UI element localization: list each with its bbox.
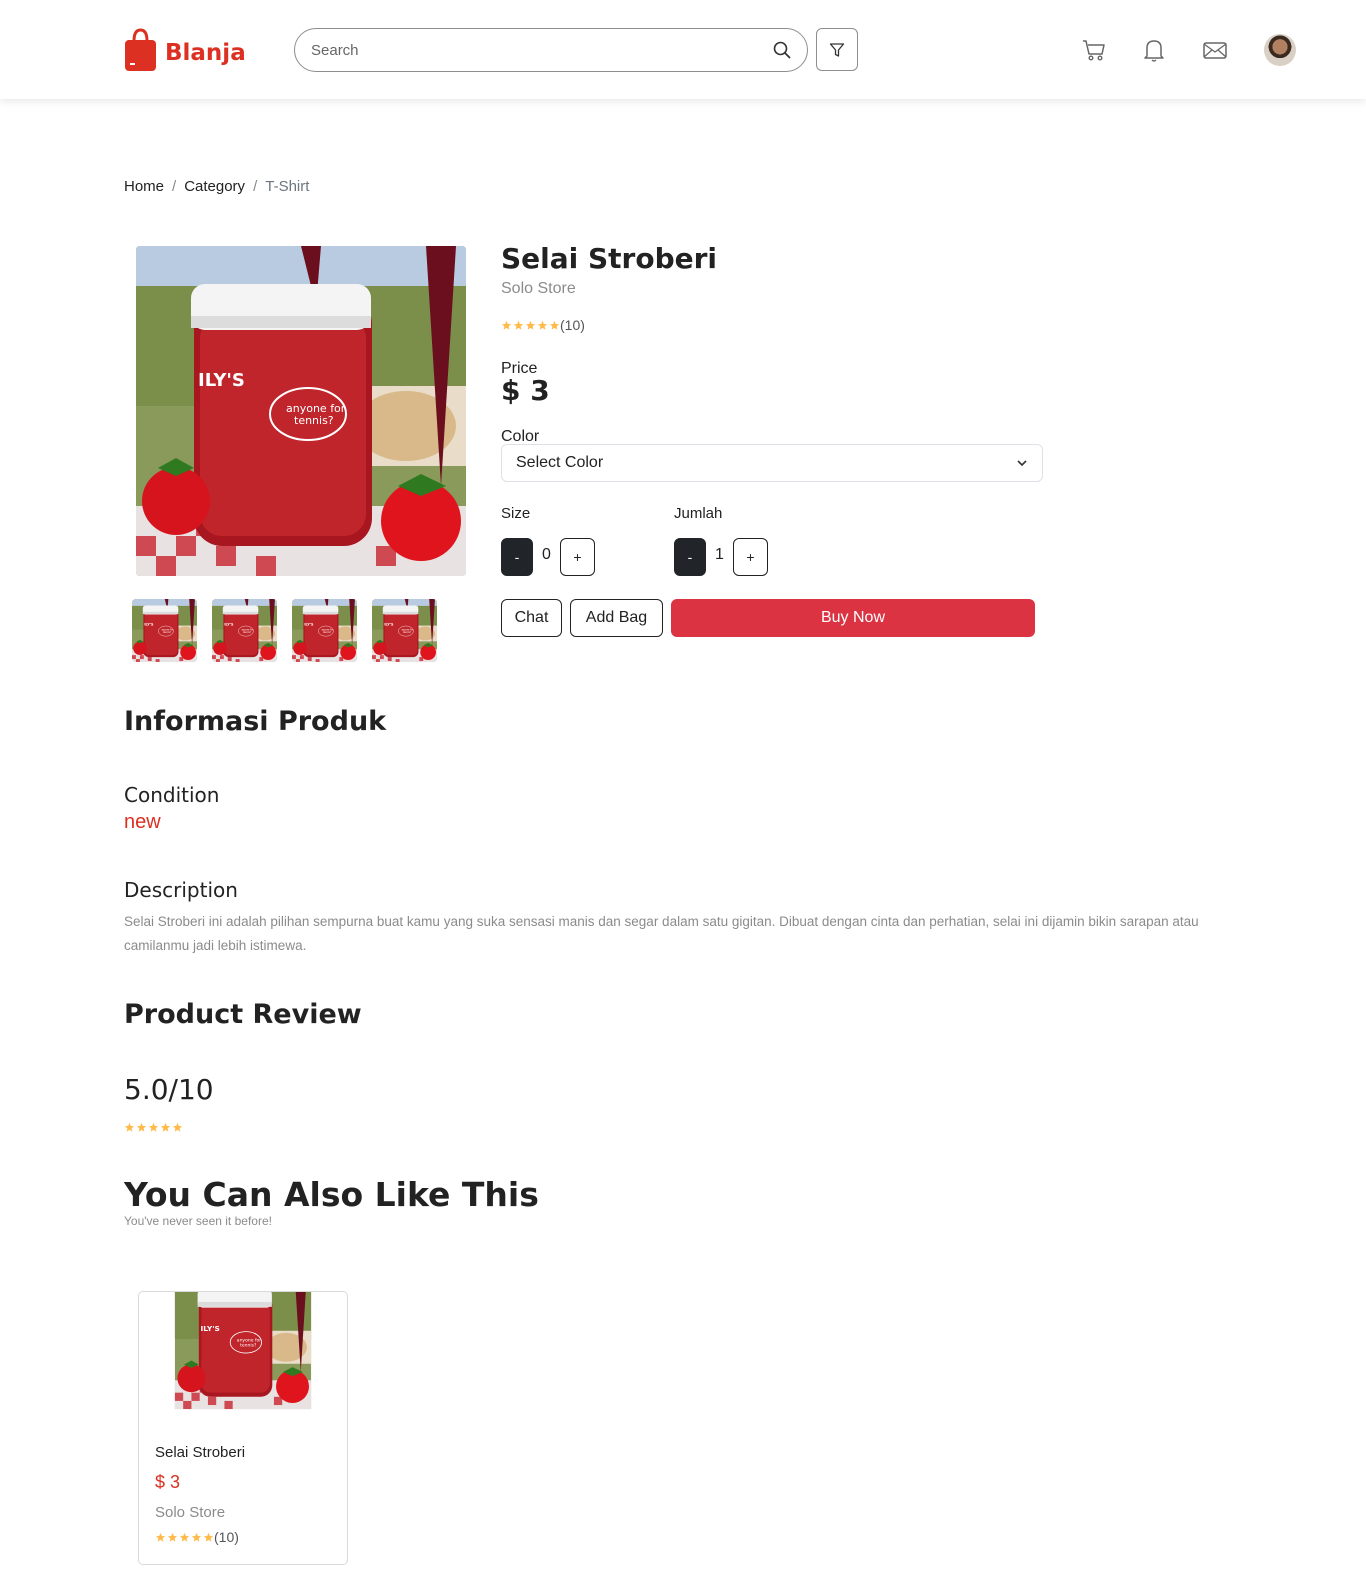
- breadcrumb-separator: /: [172, 178, 177, 195]
- star-icon: [501, 320, 512, 331]
- rating-stars: [501, 320, 560, 331]
- product-title: Selai Stroberi: [501, 242, 718, 275]
- product-card-price: $ 3: [155, 1472, 181, 1492]
- size-value: 0: [542, 546, 551, 563]
- product-rating: (10): [501, 317, 585, 333]
- description-text: Selai Stroberi ini adalah pilihan sempur…: [124, 914, 1199, 953]
- star-icon: [179, 1532, 190, 1543]
- breadcrumb-separator: /: [253, 178, 258, 195]
- rating-count: (10): [214, 1529, 239, 1545]
- user-avatar[interactable]: [1264, 34, 1296, 66]
- product-review-heading: Product Review: [124, 999, 362, 1030]
- search-bar: [294, 28, 808, 72]
- cart-button[interactable]: [1081, 37, 1107, 63]
- breadcrumb: Home / Category / T-Shirt: [124, 178, 309, 195]
- mail-icon: [1203, 42, 1227, 59]
- product-thumbnail[interactable]: [132, 599, 197, 662]
- product-thumbnail[interactable]: [292, 599, 357, 662]
- search-input[interactable]: [311, 41, 773, 59]
- size-label: Size: [501, 505, 531, 522]
- product-card[interactable]: Selai Stroberi $ 3 Solo Store (10): [138, 1291, 348, 1565]
- review-stars: [124, 1122, 183, 1133]
- price-value: $ 3: [501, 374, 550, 407]
- condition-label: Condition: [124, 783, 220, 807]
- product-info-heading: Informasi Produk: [124, 706, 387, 737]
- quantity-value: 1: [715, 546, 724, 563]
- star-icon: [148, 1122, 159, 1133]
- chevron-down-icon: [1017, 460, 1027, 467]
- star-icon: [537, 320, 548, 331]
- breadcrumb-category[interactable]: Category: [184, 178, 245, 195]
- product-thumbnails: [132, 599, 437, 662]
- size-decrement-button[interactable]: -: [501, 538, 533, 576]
- search-icon[interactable]: [773, 41, 791, 59]
- breadcrumb-home[interactable]: Home: [124, 178, 164, 195]
- star-icon: [167, 1532, 178, 1543]
- add-bag-button[interactable]: Add Bag: [570, 599, 663, 637]
- quantity-stepper: - 1 +: [674, 538, 768, 576]
- breadcrumb-current: T-Shirt: [265, 178, 310, 195]
- product-card-name: Selai Stroberi: [155, 1444, 246, 1461]
- rating-stars: [155, 1532, 214, 1543]
- rating-count: (10): [560, 317, 585, 333]
- star-icon: [155, 1532, 166, 1543]
- bell-icon: [1144, 40, 1164, 62]
- color-select[interactable]: Select Color: [501, 444, 1043, 482]
- cart-icon: [1083, 40, 1105, 61]
- quantity-label: Jumlah: [674, 505, 723, 522]
- star-icon: [513, 320, 524, 331]
- notification-button[interactable]: [1141, 37, 1167, 63]
- star-icon: [160, 1122, 171, 1133]
- filter-icon: [829, 42, 845, 57]
- product-store: Solo Store: [501, 280, 576, 297]
- product-card-store: Solo Store: [155, 1504, 226, 1521]
- condition-value: new: [124, 811, 161, 833]
- chat-button[interactable]: Chat: [501, 599, 562, 637]
- recommend-subtitle: You've never seen it before!: [124, 1214, 272, 1228]
- star-icon: [172, 1122, 183, 1133]
- quantity-decrement-button[interactable]: -: [674, 538, 706, 576]
- top-navbar: Blanja: [0, 0, 1366, 99]
- product-main-image: [136, 246, 466, 576]
- brand-logo[interactable]: Blanja: [124, 27, 246, 73]
- recommend-heading: You Can Also Like This: [124, 1175, 539, 1214]
- mail-button[interactable]: [1202, 37, 1228, 63]
- description-label: Description: [124, 878, 238, 902]
- size-stepper: - 0 +: [501, 538, 595, 576]
- star-icon: [191, 1532, 202, 1543]
- buy-now-button[interactable]: Buy Now: [671, 599, 1035, 637]
- product-thumbnail[interactable]: [372, 599, 437, 662]
- filter-button[interactable]: [816, 28, 858, 71]
- star-icon: [203, 1532, 214, 1543]
- shopping-bag-icon: [125, 28, 156, 71]
- product-thumbnail[interactable]: [212, 599, 277, 662]
- quantity-increment-button[interactable]: +: [733, 538, 768, 576]
- star-icon: [124, 1122, 135, 1133]
- star-icon: [136, 1122, 147, 1133]
- product-card-rating: (10): [155, 1529, 239, 1545]
- brand-name: Blanja: [165, 40, 246, 66]
- star-icon: [549, 320, 560, 331]
- product-card-image: [139, 1292, 347, 1428]
- star-icon: [525, 320, 536, 331]
- size-increment-button[interactable]: +: [560, 538, 595, 576]
- color-select-value: Select Color: [516, 454, 604, 471]
- review-score: 5.0/10: [124, 1073, 214, 1106]
